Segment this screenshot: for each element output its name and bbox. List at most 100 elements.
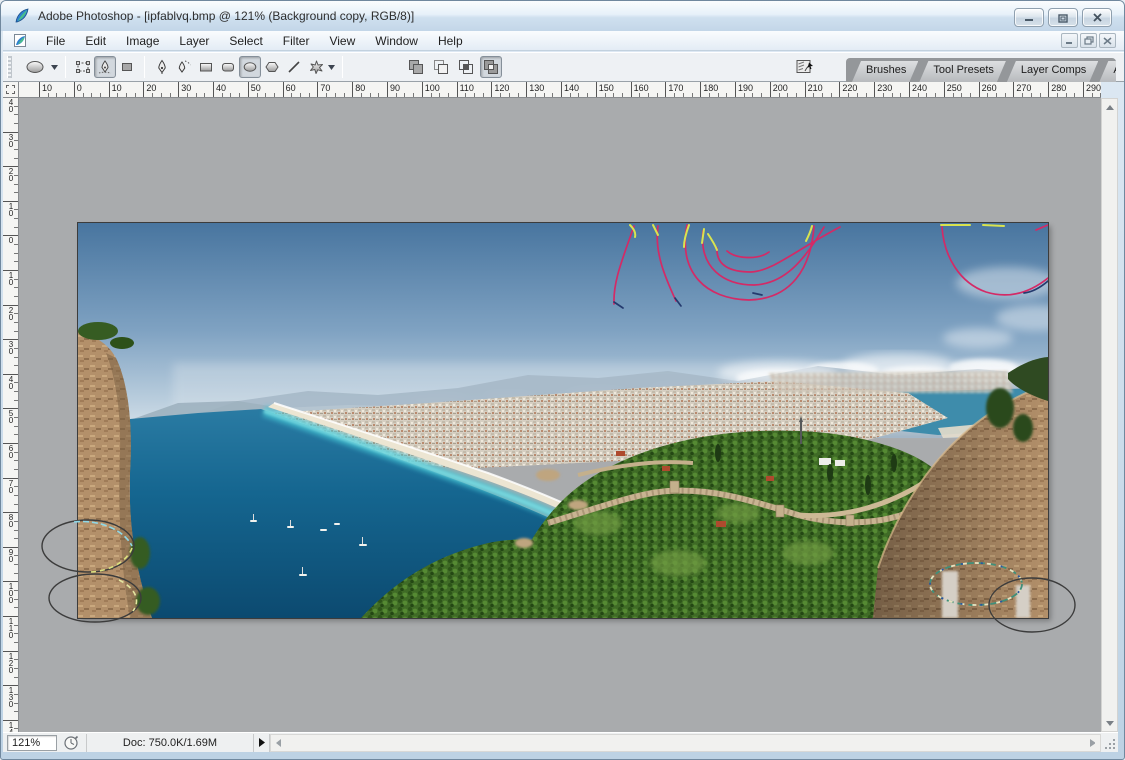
menu-filter[interactable]: Filter: [273, 32, 320, 50]
zoom-level-field[interactable]: 121%: [7, 735, 57, 751]
menu-layer[interactable]: Layer: [169, 32, 219, 50]
document-image[interactable]: [78, 223, 1048, 618]
vertical-ruler[interactable]: 4030201001020304050607080901001101201301…: [3, 98, 19, 732]
canvas-area[interactable]: [19, 98, 1101, 732]
options-bar-grip[interactable]: [7, 56, 12, 78]
doc-size-info[interactable]: Doc: 750.0K/1.69M: [86, 734, 254, 752]
menu-file[interactable]: File: [36, 32, 75, 50]
h-ruler-minor-tick: [361, 93, 362, 97]
palette-tab-brushes[interactable]: Brushes: [852, 61, 918, 82]
h-ruler-minor-tick: [222, 93, 223, 97]
v-ruler-minor-tick: [14, 677, 18, 678]
v-ruler-minor-tick: [14, 495, 18, 496]
horizontal-ruler[interactable]: 1001020304050607080901001101201301401501…: [19, 82, 1101, 98]
restore-button[interactable]: [1048, 8, 1078, 27]
h-ruler-minor-tick: [761, 93, 762, 97]
add-shape-area-button[interactable]: [405, 56, 427, 78]
doc-close-button[interactable]: [1099, 33, 1116, 48]
menu-help[interactable]: Help: [428, 32, 473, 50]
h-ruler-tick: [665, 82, 666, 98]
h-ruler-minor-tick: [291, 93, 292, 97]
close-button[interactable]: [1082, 8, 1112, 27]
custom-shape-dropdown-arrow[interactable]: [327, 56, 336, 78]
intersect-shape-area-button[interactable]: [455, 56, 477, 78]
doc-restore-button[interactable]: [1080, 33, 1097, 48]
title-bar[interactable]: Adobe Photoshop - [ipfablvq.bmp @ 121% (…: [1, 1, 1124, 31]
v-ruler-minor-tick: [14, 253, 18, 254]
minimize-button[interactable]: [1014, 8, 1044, 27]
h-ruler-tick: [944, 82, 945, 98]
h-ruler-minor-tick: [439, 93, 440, 97]
pen-tool-button[interactable]: [151, 56, 173, 78]
h-ruler-minor-tick: [65, 93, 66, 97]
freeform-pen-tool-button[interactable]: [173, 56, 195, 78]
arrow-left-icon: [276, 739, 281, 747]
resize-grip[interactable]: [1101, 734, 1118, 752]
scroll-right-arrow[interactable]: [1085, 735, 1100, 751]
doc-minimize-icon: [1065, 37, 1074, 45]
h-ruler-minor-tick: [622, 93, 623, 97]
polygon-tool-button[interactable]: [261, 56, 283, 78]
custom-shape-tool-button[interactable]: [305, 56, 327, 78]
chevron-down-icon: [51, 65, 58, 70]
v-ruler-minor-tick: [14, 426, 18, 427]
h-ruler-minor-tick: [544, 93, 545, 97]
h-ruler-tick: [526, 82, 527, 98]
ellipse-tool-button[interactable]: [239, 56, 261, 78]
document-icon: [13, 33, 28, 48]
tool-preset-dropdown-arrow[interactable]: [50, 56, 59, 78]
menu-window[interactable]: Window: [365, 32, 428, 50]
h-ruler-tick: [248, 82, 249, 98]
h-ruler-tick: [74, 82, 75, 98]
tool-preset-ellipse-button[interactable]: [20, 56, 50, 78]
menu-image[interactable]: Image: [116, 32, 169, 50]
subtract-shape-area-button[interactable]: [430, 56, 452, 78]
file-browser-button[interactable]: [794, 56, 816, 78]
palette-well: BrushesTool PresetsLayer CompsActions: [846, 58, 1116, 82]
v-ruler-label: 100: [7, 583, 15, 604]
h-ruler-minor-tick: [961, 93, 962, 97]
scroll-down-arrow[interactable]: [1102, 715, 1117, 731]
panorama-photo: [78, 223, 1048, 618]
h-ruler-label: 160: [634, 83, 649, 93]
options-separator: [144, 56, 145, 78]
v-ruler-label: 130: [7, 687, 15, 708]
h-ruler-minor-tick: [91, 93, 92, 97]
menu-view[interactable]: View: [319, 32, 365, 50]
rounded-rectangle-tool-button[interactable]: [217, 56, 239, 78]
palette-tab-actions[interactable]: Actions: [1099, 61, 1116, 82]
h-ruler-minor-tick: [196, 93, 197, 97]
line-tool-button[interactable]: [283, 56, 305, 78]
palette-tab-layer-comps[interactable]: Layer Comps: [1007, 61, 1098, 82]
menu-edit[interactable]: Edit: [75, 32, 116, 50]
doc-minimize-button[interactable]: [1061, 33, 1078, 48]
paths-button[interactable]: [94, 56, 116, 78]
h-ruler-minor-tick: [953, 93, 954, 97]
v-ruler-minor-tick: [14, 711, 18, 712]
exclude-shape-area-button[interactable]: [480, 56, 502, 78]
scroll-left-arrow[interactable]: [271, 735, 286, 751]
h-ruler-minor-tick: [935, 93, 936, 97]
status-menu-arrow[interactable]: [254, 734, 270, 752]
line-icon: [286, 59, 302, 75]
options-separator: [65, 56, 66, 78]
photoshop-window: Adobe Photoshop - [ipfablvq.bmp @ 121% (…: [0, 0, 1125, 760]
shape-layers-button[interactable]: [72, 56, 94, 78]
h-ruler-tick: [596, 82, 597, 98]
horizontal-scrollbar[interactable]: [270, 734, 1101, 752]
freeform-pen-icon: [175, 59, 193, 75]
h-ruler-minor-tick: [518, 93, 519, 97]
vertical-scrollbar[interactable]: [1101, 98, 1118, 732]
h-ruler-minor-tick: [239, 93, 240, 97]
fill-pixels-button[interactable]: [116, 56, 138, 78]
h-ruler-label: 120: [494, 83, 509, 93]
h-ruler-minor-tick: [257, 93, 258, 97]
scroll-up-arrow[interactable]: [1102, 99, 1117, 115]
rectangle-tool-button[interactable]: [195, 56, 217, 78]
h-ruler-label: 150: [599, 83, 614, 93]
ruler-origin-box[interactable]: [3, 82, 19, 98]
v-ruler-minor-tick: [14, 521, 18, 522]
options-separator: [342, 56, 343, 78]
palette-tab-tool-presets[interactable]: Tool Presets: [919, 61, 1006, 82]
menu-select[interactable]: Select: [219, 32, 272, 50]
